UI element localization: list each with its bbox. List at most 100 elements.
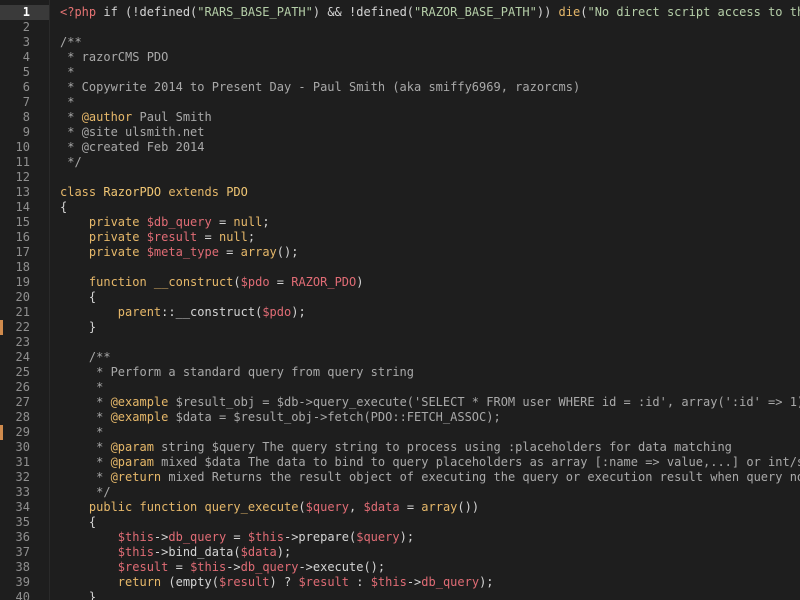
code-line[interactable]: * Perform a standard query from query st… [60, 365, 414, 380]
code-line[interactable]: * @created Feb 2014 [60, 140, 204, 155]
code-editor[interactable]: 1 2 3 4 5 6 7 8 9 10 11 12 13 14 15 16 17 18 19 20 21 22 23 24 2… [0, 0, 800, 600]
code-line[interactable]: * @example $result_obj = $db->query_exec… [60, 395, 800, 410]
code-token: $result_obj = $db->query_execute('SELECT… [168, 395, 800, 409]
line-number: 6 [22, 80, 30, 94]
code-token: = [399, 500, 422, 514]
code-line[interactable]: * [60, 380, 103, 395]
code-token: @return [110, 470, 162, 484]
code-line[interactable]: */ [60, 155, 82, 170]
code-line[interactable]: * @return mixed Returns the result objec… [60, 470, 800, 485]
code-line[interactable]: * @example $data = $result_obj->fetch(PD… [60, 410, 501, 425]
code-line[interactable]: $this->db_query = $this->prepare($query)… [60, 530, 414, 545]
code-area[interactable]: <?php if (!defined("RARS_BASE_PATH") && … [50, 0, 800, 600]
code-token: ) ? [269, 575, 299, 589]
code-line[interactable]: * [60, 65, 74, 80]
code-token: * [60, 140, 82, 154]
code-line[interactable]: * Copywrite 2014 to Present Day - Paul S… [60, 80, 580, 95]
code-token: { [60, 200, 68, 214]
code-token: ()) [457, 500, 480, 514]
code-token: $data [363, 500, 400, 514]
code-line[interactable]: } [60, 320, 96, 335]
code-line[interactable]: class RazorPDO extends PDO [60, 185, 248, 200]
code-token: $this [370, 575, 407, 589]
code-token: ); [291, 305, 306, 319]
modified-line-marker [0, 320, 3, 335]
code-token: ) [356, 275, 364, 289]
code-token: * [60, 380, 104, 394]
code-line[interactable]: * razorCMS PDO [60, 50, 168, 65]
code-token: ; [262, 215, 270, 229]
code-token: * [60, 125, 82, 139]
code-token: = [269, 275, 292, 289]
code-line[interactable]: { [60, 200, 67, 215]
code-token: $query [305, 500, 350, 514]
code-line[interactable]: <?php if (!defined("RARS_BASE_PATH") && … [60, 5, 800, 20]
code-token: $this [190, 560, 227, 574]
code-line[interactable]: private $result = null; [60, 230, 255, 245]
code-token: parent [60, 305, 162, 319]
code-token: * [60, 470, 111, 484]
code-token: if (!defined( [96, 5, 198, 19]
code-token: , [349, 500, 364, 514]
code-line[interactable]: */ [60, 485, 111, 500]
code-line[interactable]: public function query_execute($query, $d… [60, 500, 479, 515]
line-number: 33 [15, 485, 30, 499]
code-token: * [60, 410, 111, 424]
code-line[interactable]: * [60, 95, 74, 110]
code-line[interactable]: { [60, 515, 96, 530]
code-line[interactable]: $this->bind_data($data); [60, 545, 291, 560]
code-token: $pdo [240, 275, 270, 289]
code-line[interactable]: * @param mixed $data The data to bind to… [60, 455, 800, 470]
code-token: "No direct script access to this [587, 5, 800, 19]
code-token: array [240, 245, 277, 259]
line-number: 7 [22, 95, 30, 109]
code-token: */ [60, 155, 82, 169]
code-token: $this [247, 530, 284, 544]
code-token: function [60, 275, 154, 289]
code-token: query_execute [204, 500, 299, 514]
code-line[interactable]: * @site ulsmith.net [60, 125, 204, 140]
code-line[interactable]: parent::__construct($pdo); [60, 305, 306, 320]
code-token: @site [81, 125, 118, 139]
code-token: * razorCMS PDO [60, 50, 169, 64]
code-line[interactable]: /** [60, 350, 111, 365]
code-line[interactable]: { [60, 290, 96, 305]
code-token: class [60, 185, 104, 199]
code-token: * [60, 455, 111, 469]
code-token: { [60, 515, 97, 529]
code-token: @param [110, 440, 154, 454]
code-token: "RAZOR_BASE_PATH" [414, 5, 537, 19]
modified-line-marker [0, 425, 3, 440]
line-number: 31 [15, 455, 30, 469]
code-token: @param [110, 455, 154, 469]
code-line[interactable]: private $meta_type = array(); [60, 245, 299, 260]
line-number-gutter: 1 2 3 4 5 6 7 8 9 10 11 12 13 14 15 16 17 18 19 20 21 22 23 24 2… [0, 0, 50, 600]
code-line[interactable]: private $db_query = null; [60, 215, 270, 230]
code-token: $db_query [146, 215, 212, 229]
code-line[interactable]: $result = $this->db_query->execute(); [60, 560, 385, 575]
line-number: 40 [15, 590, 30, 600]
code-token: null [218, 230, 248, 244]
line-number: 15 [15, 215, 30, 229]
code-token: = [197, 230, 219, 244]
code-token: ); [276, 545, 292, 559]
code-line[interactable]: * [60, 425, 103, 440]
code-token: * [60, 395, 111, 409]
line-number: 4 [22, 50, 30, 64]
code-line[interactable]: * @param string $query The query string … [60, 440, 732, 455]
code-line[interactable]: } [60, 590, 96, 600]
code-line[interactable]: return (empty($result) ? $result : $this… [60, 575, 494, 590]
code-token: */ [60, 485, 111, 499]
code-token: ; [247, 230, 256, 244]
code-token: )) [536, 5, 559, 19]
code-token: } [60, 320, 97, 334]
code-line[interactable]: * @author Paul Smith [60, 110, 212, 125]
code-line[interactable]: /** [60, 35, 82, 50]
code-token: array [421, 500, 458, 514]
code-token: /** [60, 350, 111, 364]
line-number: 37 [15, 545, 30, 559]
code-token: ); [479, 575, 494, 589]
code-line[interactable]: function __construct($pdo = RAZOR_PDO) [60, 275, 364, 290]
line-number: 19 [15, 275, 30, 289]
